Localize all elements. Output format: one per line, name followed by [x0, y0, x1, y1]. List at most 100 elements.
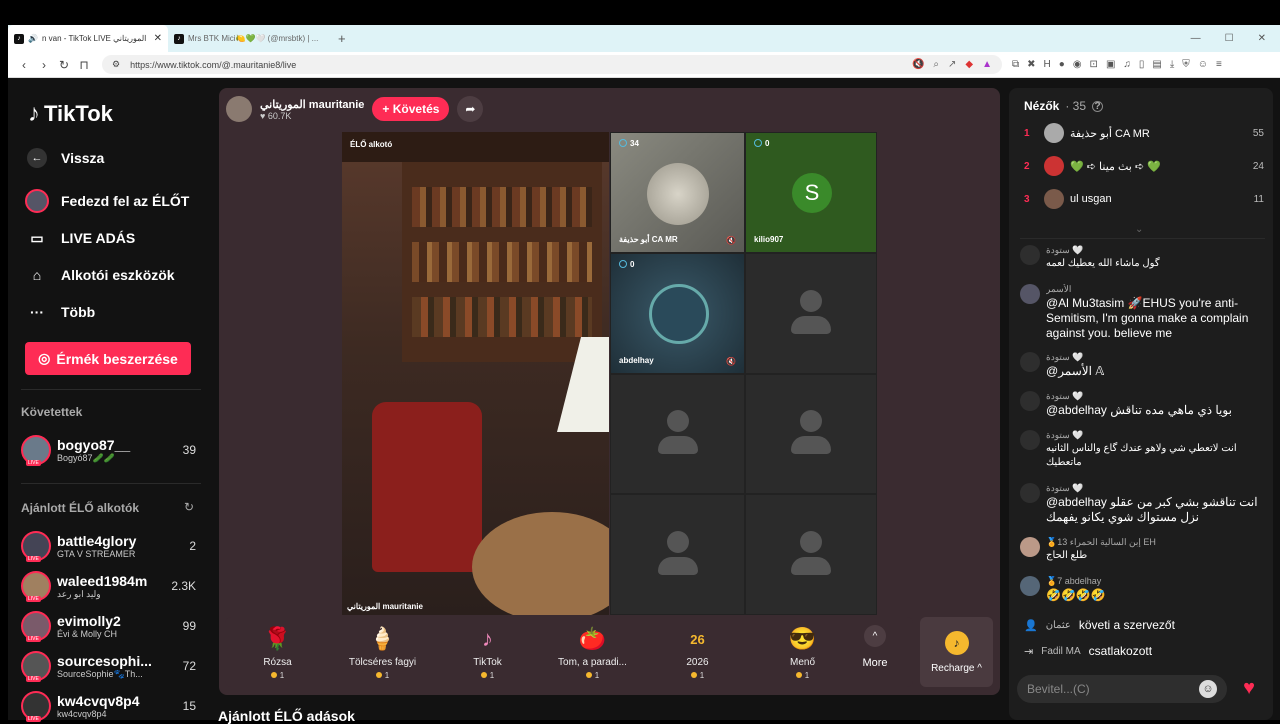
- site-settings-icon[interactable]: ⚙: [112, 59, 120, 70]
- chat-avatar[interactable]: [1020, 576, 1040, 596]
- browser-tab-active[interactable]: ♪ 🔊 n van - TikTok LIVE الموريتاني ✕: [8, 25, 168, 52]
- share-icon[interactable]: ➦: [457, 96, 484, 122]
- speaker-icon[interactable]: 🔊: [28, 34, 38, 43]
- host-name[interactable]: الموريتاني mauritanie: [260, 98, 364, 111]
- more-gifts-button[interactable]: ^ More: [855, 625, 895, 681]
- gift-item[interactable]: 🍅 Tom, a paradi... 1: [540, 617, 645, 687]
- minimize-icon[interactable]: —: [1191, 33, 1201, 44]
- account-info: battle4glory GTA V STREAMER: [57, 533, 189, 559]
- back-button[interactable]: ← Vissza: [25, 146, 104, 170]
- bookmark-icon[interactable]: ⊓: [74, 58, 94, 72]
- chat-avatar[interactable]: [1020, 245, 1040, 265]
- chat-username[interactable]: ستودة 🤍: [1046, 352, 1104, 363]
- person-placeholder-icon: [657, 530, 698, 579]
- chat-username[interactable]: 🏅7 abdelhay: [1046, 576, 1106, 587]
- nav-more[interactable]: ··· Több: [25, 300, 95, 324]
- maximize-icon[interactable]: ☐: [1225, 33, 1234, 44]
- refresh-icon[interactable]: ↻: [184, 500, 194, 514]
- music-icon[interactable]: ♫: [1123, 59, 1131, 70]
- nav-explore-live[interactable]: Fedezd fel az ÉLŐT: [25, 189, 189, 213]
- info-icon[interactable]: ?: [1092, 100, 1104, 112]
- gift-item[interactable]: 🍦 Tölcséres fagyi 1: [330, 617, 435, 687]
- translate-icon[interactable]: ⧉: [1012, 59, 1019, 70]
- profile-icon[interactable]: ☺: [1198, 59, 1208, 70]
- reload-icon[interactable]: ↻: [54, 58, 74, 72]
- chat-username[interactable]: ستودة 🤍: [1046, 483, 1270, 494]
- chat-message: الأسمر @Al Mu3tasim 🚀EHUS you're anti-Sem…: [1020, 284, 1270, 341]
- recharge-button[interactable]: ♪ Recharge ^: [920, 617, 993, 687]
- viewer-name: ul usgan: [1070, 193, 1112, 205]
- top-viewer-row[interactable]: 2 💚 ➪ بث مينا ➪ 💚 24: [1024, 154, 1264, 178]
- empty-guest-slot[interactable]: [610, 494, 745, 615]
- back-arrow-icon[interactable]: ‹: [14, 58, 34, 72]
- empty-guest-slot[interactable]: [610, 374, 745, 494]
- recommended-account[interactable]: LIVE waleed1984m وليد ابو رعد 2.3K: [21, 568, 196, 604]
- recommended-account[interactable]: LIVE evimolly2 Évi & Molly CH 99: [21, 608, 196, 644]
- emoji-icon[interactable]: ☺: [1199, 680, 1217, 698]
- extension-icon[interactable]: H: [1044, 59, 1051, 70]
- extension-icon[interactable]: ●: [1059, 59, 1065, 70]
- new-tab-icon[interactable]: +: [338, 31, 346, 46]
- recommended-account[interactable]: LIVE kw4cvqv8p4 kw4cvqv8p4 15: [21, 688, 196, 724]
- empty-guest-slot[interactable]: [745, 253, 877, 374]
- close-window-icon[interactable]: ✕: [1258, 33, 1266, 44]
- chat-avatar[interactable]: [1020, 352, 1040, 372]
- gift-item[interactable]: 😎 Menő 1: [750, 617, 855, 687]
- sidebar-icon[interactable]: ▯: [1139, 59, 1145, 70]
- chat-avatar[interactable]: [1020, 284, 1040, 304]
- nav-creator-tools[interactable]: ⌂ Alkotói eszközök: [25, 263, 175, 287]
- menu-icon[interactable]: ≡: [1216, 59, 1222, 70]
- share-icon[interactable]: ↗: [948, 59, 956, 70]
- chat-username[interactable]: ستودة 🤍: [1046, 430, 1270, 441]
- nav-live-studio[interactable]: ▭ LIVE ADÁS: [25, 226, 135, 250]
- system-user[interactable]: عثمان: [1046, 620, 1071, 631]
- chat-input[interactable]: Bevitel...(C) ☺: [1017, 675, 1227, 703]
- no-sound-icon[interactable]: 🔇: [912, 59, 924, 70]
- gift-item[interactable]: ♪ TikTok 1: [435, 617, 540, 687]
- expand-chevron-icon[interactable]: ⌄: [1135, 224, 1143, 235]
- main-video[interactable]: ÉLŐ alkotó الموريتاني mauritanie: [342, 132, 609, 615]
- follow-button[interactable]: + Követés: [372, 97, 450, 121]
- followed-account[interactable]: LIVE bogyo87__ Bogyó87🥒🥒 39: [21, 432, 196, 468]
- zoom-icon[interactable]: ⌕: [933, 59, 939, 70]
- chat-username[interactable]: ستودة 🤍: [1046, 245, 1160, 256]
- chat-username[interactable]: الأسمر: [1046, 284, 1270, 295]
- likes-count: 60.7K: [267, 110, 292, 121]
- recommended-account[interactable]: LIVE sourcesophi... SourceSophie🐾Th... 72: [21, 648, 196, 684]
- chat-avatar[interactable]: [1020, 430, 1040, 450]
- gift-item[interactable]: 🌹 Rózsa 1: [225, 617, 330, 687]
- top-viewer-row[interactable]: 1 أبو حذيفة CA MR 55: [1024, 121, 1264, 145]
- download-icon[interactable]: ⤓: [1170, 59, 1174, 70]
- extension-icon[interactable]: ◉: [1073, 59, 1082, 70]
- guest-tile[interactable]: 0 abdelhay 🔇: [610, 253, 745, 374]
- like-heart-icon[interactable]: ♥: [1236, 677, 1262, 701]
- close-tab-icon[interactable]: ✕: [154, 33, 162, 44]
- chat-avatar[interactable]: [1020, 537, 1040, 557]
- tiktok-logo[interactable]: ♪ TikTok: [28, 100, 113, 128]
- system-user[interactable]: Fadil MA: [1041, 646, 1080, 657]
- url-input[interactable]: ⚙ https://www.tiktok.com/@.mauritanie8/l…: [102, 55, 1002, 74]
- shield-icon[interactable]: ◆: [965, 59, 973, 70]
- gift-item[interactable]: 26 2026 1: [645, 617, 750, 687]
- wallet-icon[interactable]: ▤: [1152, 59, 1161, 70]
- chat-username[interactable]: ستودة 🤍: [1046, 391, 1232, 402]
- empty-guest-slot[interactable]: [745, 494, 877, 615]
- vpn-icon[interactable]: ⛨: [1182, 59, 1190, 70]
- chat-avatar[interactable]: [1020, 391, 1040, 411]
- browser-tab[interactable]: ♪ Mrs BTK Mici🍋💚🤍 (@mrsbtk) | ...: [168, 25, 330, 52]
- get-coins-button[interactable]: ◎ Érmék beszerzése: [25, 342, 191, 375]
- warning-icon[interactable]: ▲: [982, 59, 992, 70]
- forward-arrow-icon[interactable]: ›: [34, 58, 54, 72]
- host-avatar[interactable]: [226, 96, 252, 122]
- extension-icon[interactable]: ⊡: [1090, 59, 1098, 70]
- guest-tile[interactable]: 34 أبو حذيفة CA MR 🔇: [610, 132, 745, 253]
- empty-guest-slot[interactable]: [745, 374, 877, 494]
- chat-avatar[interactable]: [1020, 483, 1040, 503]
- top-viewer-row[interactable]: 3 ul usgan 11: [1024, 187, 1264, 211]
- chat-username[interactable]: 🏅13 إبن السالية الحمراء EH: [1046, 537, 1156, 548]
- guest-tile[interactable]: S 0 kilio907: [745, 132, 877, 253]
- recommended-account[interactable]: LIVE battle4glory GTA V STREAMER 2: [21, 528, 196, 564]
- extension-icon[interactable]: ▣: [1106, 59, 1115, 70]
- extension-icon[interactable]: ✖: [1027, 59, 1035, 70]
- viewer-avatar: [1044, 123, 1064, 143]
